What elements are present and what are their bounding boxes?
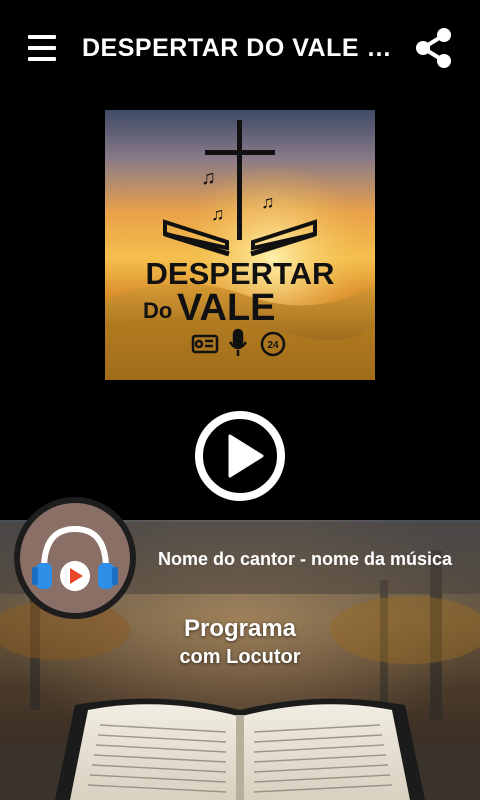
presenter-name: com Locutor (179, 646, 301, 668)
svg-text:♫: ♫ (201, 167, 216, 189)
play-icon (228, 434, 264, 478)
program-title: Programa (183, 615, 297, 642)
logo-line1: DESPERTAR (146, 256, 335, 291)
headphones-play-icon (32, 525, 118, 591)
share-icon[interactable] (412, 26, 456, 70)
logo-badge-24: 24 (267, 340, 279, 351)
app-title: DESPERTAR DO VALE R... (82, 34, 402, 62)
logo-line2-big: VALE (177, 287, 276, 329)
now-playing-text: Nome do cantor - nome da música (157, 549, 453, 569)
avatar (14, 497, 136, 619)
play-button[interactable] (194, 410, 286, 502)
svg-text:♫: ♫ (261, 192, 275, 212)
app-bar: DESPERTAR DO VALE R... (0, 0, 480, 100)
menu-icon[interactable] (22, 30, 62, 66)
station-logo: ♫ ♫ ♫ DESPERTAR Do VALE 24 (105, 110, 375, 380)
logo-line2-small: Do (143, 298, 172, 323)
svg-text:♫: ♫ (211, 204, 225, 224)
